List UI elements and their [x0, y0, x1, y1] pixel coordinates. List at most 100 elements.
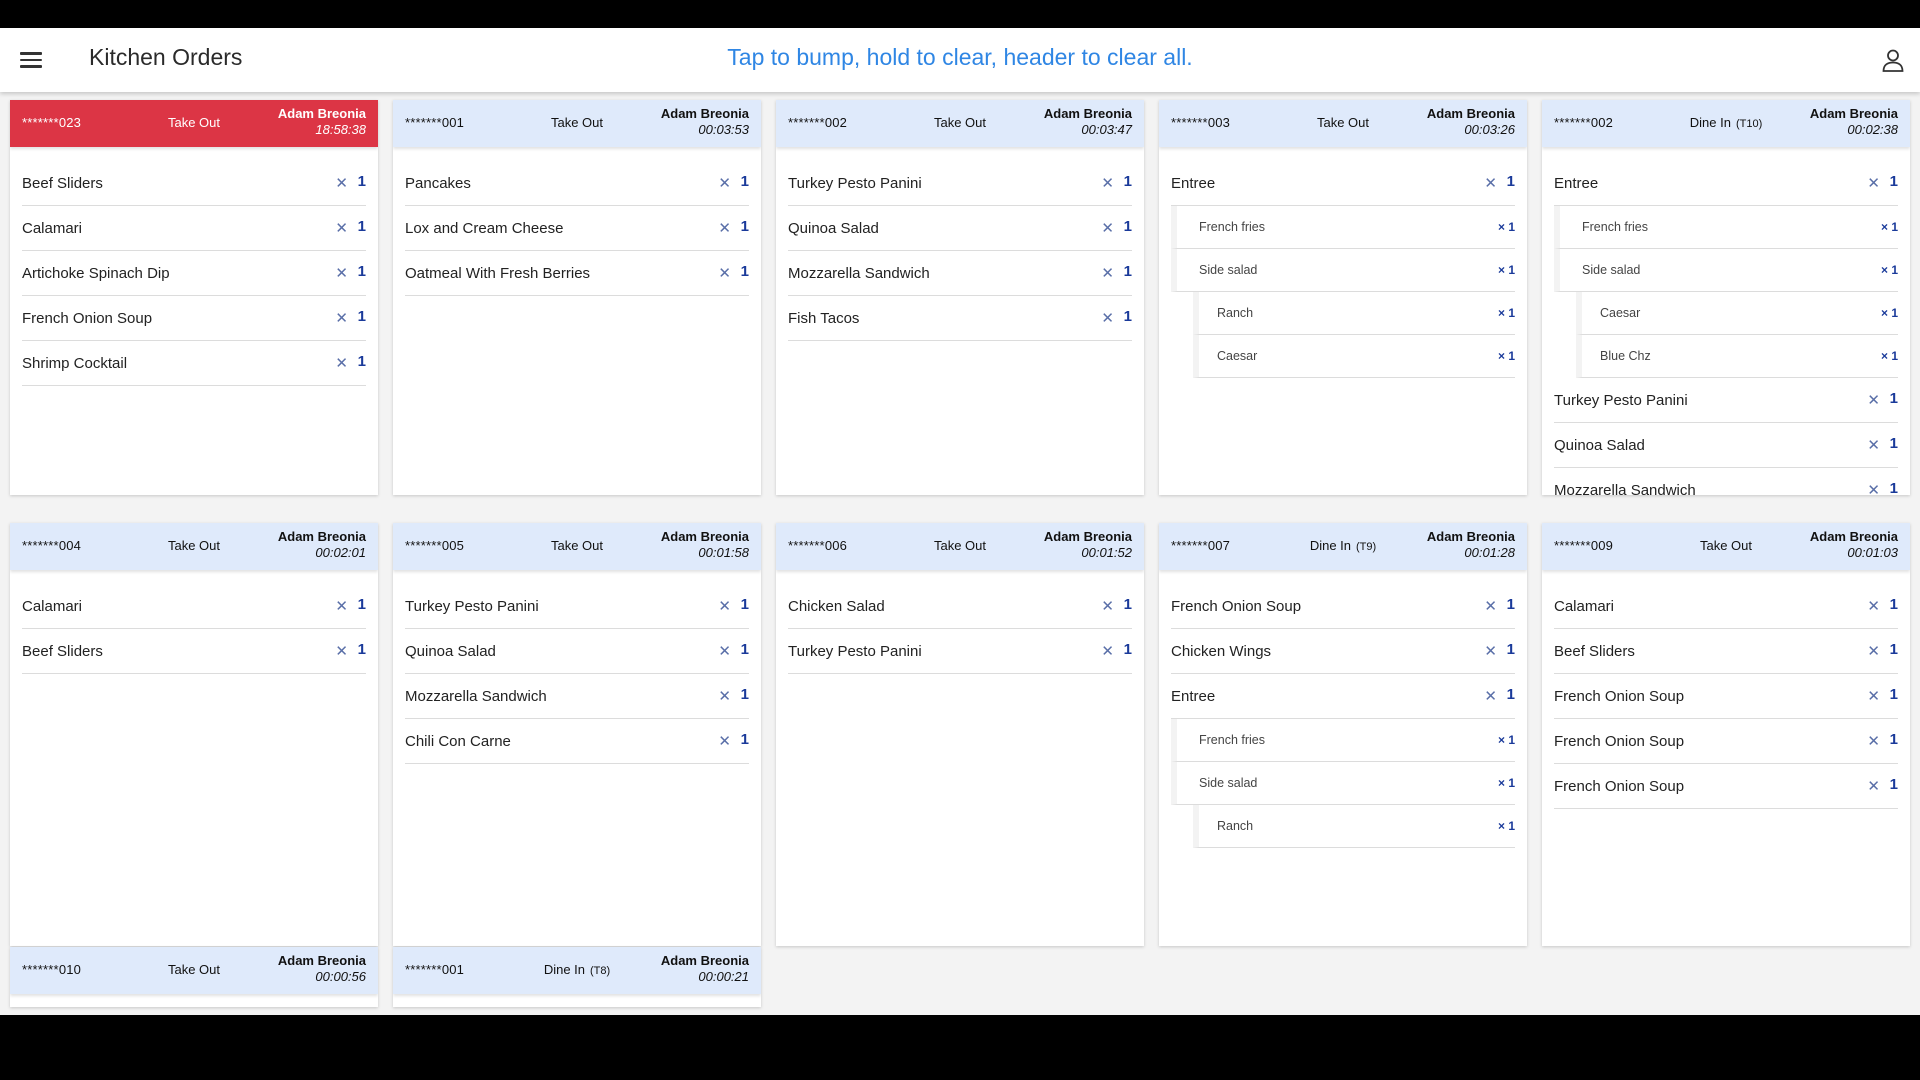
remove-item-icon[interactable]: ✕	[1101, 597, 1114, 615]
remove-item-icon[interactable]: ✕	[1867, 436, 1880, 454]
item-name: Side salad	[1199, 776, 1258, 790]
remove-item-icon[interactable]: ✕	[335, 219, 348, 237]
remove-item-icon[interactable]: ✕	[1101, 219, 1114, 237]
remove-item-icon[interactable]: ✕	[1867, 777, 1880, 795]
item-name: Caesar	[1600, 306, 1641, 320]
order-item[interactable]: Quinoa Salad ✕ 1	[788, 206, 1132, 251]
remove-item-icon[interactable]: ✕	[718, 597, 731, 615]
order-header[interactable]: *******004 Take Out Adam Breonia 00:02:01	[10, 523, 378, 570]
user-account-icon[interactable]	[1880, 47, 1906, 73]
server-name: Adam Breonia	[1809, 529, 1898, 544]
order-item[interactable]: Mozzarella Sandwich ✕ 1	[788, 251, 1132, 296]
remove-item-icon[interactable]: ✕	[1867, 174, 1880, 192]
order-header[interactable]: *******007 Dine In (T9) Adam Breonia 00:01:2…	[1159, 523, 1527, 570]
order-item[interactable]: Chicken Salad ✕ 1	[788, 584, 1132, 629]
remove-item-icon[interactable]: ✕	[1101, 174, 1114, 192]
order-item[interactable]: Calamari ✕ 1	[22, 584, 366, 629]
order-item[interactable]: French Onion Soup ✕ 1	[22, 296, 366, 341]
remove-item-icon[interactable]: ✕	[718, 732, 731, 750]
app-bar: Kitchen Orders Tap to bump, hold to clea…	[0, 28, 1920, 92]
order-header[interactable]: *******006 Take Out Adam Breonia 00:01:52	[776, 523, 1144, 570]
order-item[interactable]: Beef Sliders ✕ 1	[1554, 629, 1898, 674]
remove-item-icon[interactable]: ✕	[1484, 597, 1497, 615]
order-header[interactable]: *******001 Take Out Adam Breonia 00:03:53	[393, 100, 761, 147]
item-modifier[interactable]: Caesar × 1	[1576, 292, 1898, 335]
item-modifier[interactable]: French fries × 1	[1171, 719, 1515, 762]
order-item[interactable]: Quinoa Salad ✕ 1	[1554, 423, 1898, 468]
order-header[interactable]: *******009 Take Out Adam Breonia 00:01:03	[1542, 523, 1910, 570]
remove-item-icon[interactable]: ✕	[1484, 642, 1497, 660]
order-item[interactable]: Shrimp Cocktail ✕ 1	[22, 341, 366, 386]
order-header[interactable]: *******002 Take Out Adam Breonia 00:03:47	[776, 100, 1144, 147]
order-item[interactable]: Oatmeal With Fresh Berries ✕ 1	[405, 251, 749, 296]
remove-item-icon[interactable]: ✕	[335, 264, 348, 282]
order-header[interactable]: *******010 Take Out Adam Breonia 00:00:56	[10, 947, 378, 994]
remove-item-icon[interactable]: ✕	[1101, 642, 1114, 660]
order-header[interactable]: *******002 Dine In (T10) Adam Breonia 00:02:…	[1542, 100, 1910, 147]
order-item[interactable]: Entree ✕ 1	[1171, 674, 1515, 719]
remove-item-icon[interactable]: ✕	[335, 174, 348, 192]
order-item[interactable]: Lox and Cream Cheese ✕ 1	[405, 206, 749, 251]
item-modifier[interactable]: French fries × 1	[1554, 206, 1898, 249]
order-item[interactable]: Entree ✕ 1	[1554, 161, 1898, 206]
remove-item-icon[interactable]: ✕	[718, 642, 731, 660]
order-item[interactable]: Quinoa Salad ✕ 1	[405, 629, 749, 674]
item-modifier[interactable]: Caesar × 1	[1193, 335, 1515, 378]
order-item[interactable]: French Onion Soup ✕ 1	[1554, 674, 1898, 719]
order-item[interactable]: Chili Con Carne ✕ 1	[405, 719, 749, 764]
item-modifier[interactable]: Ranch × 1	[1193, 292, 1515, 335]
item-modifier[interactable]: Side salad × 1	[1554, 249, 1898, 292]
order-item[interactable]: Fish Tacos ✕ 1	[788, 296, 1132, 341]
order-item[interactable]: Mozzarella Sandwich ✕ 1	[405, 674, 749, 719]
order-item[interactable]: Turkey Pesto Panini ✕ 1	[1554, 378, 1898, 423]
order-item[interactable]: Calamari ✕ 1	[22, 206, 366, 251]
remove-item-icon[interactable]: ✕	[1867, 687, 1880, 705]
order-item[interactable]: Artichoke Spinach Dip ✕ 1	[22, 251, 366, 296]
item-quantity: 1	[1889, 686, 1898, 703]
order-header[interactable]: *******003 Take Out Adam Breonia 00:03:26	[1159, 100, 1527, 147]
order-item[interactable]: Chicken Wings ✕ 1	[1171, 629, 1515, 674]
remove-item-icon[interactable]: ✕	[335, 642, 348, 660]
order-header[interactable]: *******005 Take Out Adam Breonia 00:01:58	[393, 523, 761, 570]
item-modifier[interactable]: Ranch × 1	[1193, 805, 1515, 848]
order-header[interactable]: *******001 Dine In (T8) Adam Breonia 00:00:2…	[393, 947, 761, 994]
order-item[interactable]: Entree ✕ 1	[1171, 161, 1515, 206]
item-modifier[interactable]: Side salad × 1	[1171, 762, 1515, 805]
item-modifier[interactable]: Side salad × 1	[1171, 249, 1515, 292]
item-quantity: × 1	[1880, 263, 1898, 277]
order-item[interactable]: Turkey Pesto Panini ✕ 1	[405, 584, 749, 629]
order-type-label: Take Out	[550, 538, 604, 553]
order-ticket: *******001 Dine In (T8) Adam Breonia 00:00:2…	[393, 947, 761, 1007]
order-item[interactable]: Pancakes ✕ 1	[405, 161, 749, 206]
remove-item-icon[interactable]: ✕	[1484, 174, 1497, 192]
remove-item-icon[interactable]: ✕	[1101, 264, 1114, 282]
remove-item-icon[interactable]: ✕	[1867, 642, 1880, 660]
order-item[interactable]: French Onion Soup ✕ 1	[1171, 584, 1515, 629]
item-quantity: × 1	[1497, 819, 1515, 833]
remove-item-icon[interactable]: ✕	[718, 264, 731, 282]
order-header[interactable]: *******023 Take Out Adam Breonia 18:58:38	[10, 100, 378, 147]
remove-item-icon[interactable]: ✕	[1867, 597, 1880, 615]
order-item[interactable]: Beef Sliders ✕ 1	[22, 161, 366, 206]
order-item[interactable]: Beef Sliders ✕ 1	[22, 629, 366, 674]
remove-item-icon[interactable]: ✕	[1867, 481, 1880, 495]
remove-item-icon[interactable]: ✕	[335, 354, 348, 372]
remove-item-icon[interactable]: ✕	[1484, 687, 1497, 705]
remove-item-icon[interactable]: ✕	[1867, 732, 1880, 750]
remove-item-icon[interactable]: ✕	[1867, 391, 1880, 409]
order-item[interactable]: Turkey Pesto Panini ✕ 1	[788, 629, 1132, 674]
order-item[interactable]: French Onion Soup ✕ 1	[1554, 764, 1898, 809]
order-item[interactable]: Calamari ✕ 1	[1554, 584, 1898, 629]
remove-item-icon[interactable]: ✕	[718, 174, 731, 192]
item-name: Quinoa Salad	[1554, 437, 1645, 454]
remove-item-icon[interactable]: ✕	[1101, 309, 1114, 327]
item-modifier[interactable]: French fries × 1	[1171, 206, 1515, 249]
order-item[interactable]: Mozzarella Sandwich ✕ 1	[1554, 468, 1898, 495]
remove-item-icon[interactable]: ✕	[718, 687, 731, 705]
remove-item-icon[interactable]: ✕	[718, 219, 731, 237]
order-item[interactable]: French Onion Soup ✕ 1	[1554, 719, 1898, 764]
item-modifier[interactable]: Blue Chz × 1	[1576, 335, 1898, 378]
remove-item-icon[interactable]: ✕	[335, 309, 348, 327]
remove-item-icon[interactable]: ✕	[335, 597, 348, 615]
order-item[interactable]: Turkey Pesto Panini ✕ 1	[788, 161, 1132, 206]
